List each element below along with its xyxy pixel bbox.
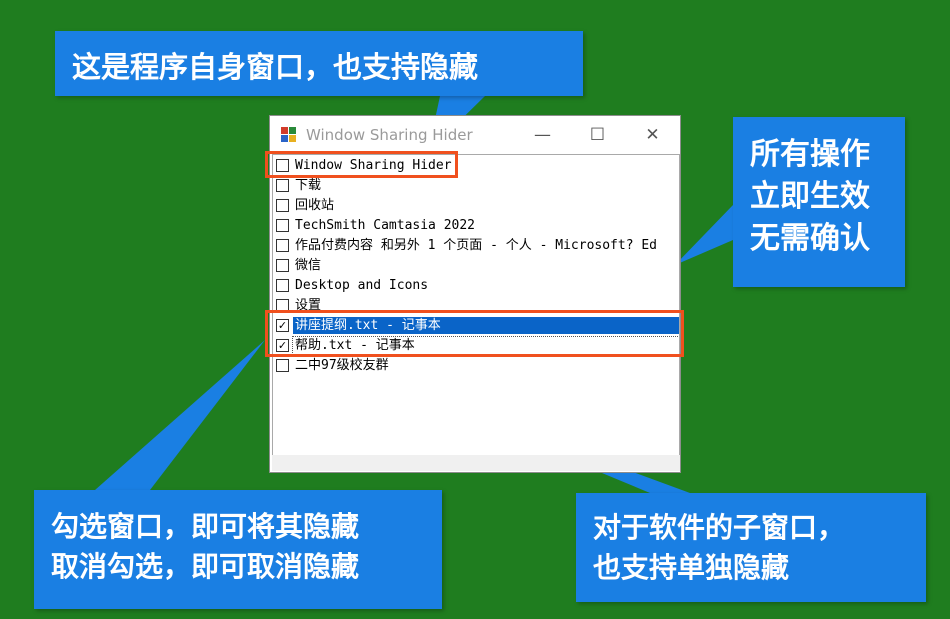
maximize-button[interactable]: ☐ <box>570 116 625 153</box>
list-item-label: 作品付费内容 和另外 1 个页面 - 个人 - Microsoft? Ed <box>295 237 658 253</box>
callout-child-line-1: 对于软件的子窗口， <box>593 511 846 544</box>
list-item[interactable]: 二中97级校友群 <box>273 355 679 375</box>
list-item-label: 微信 <box>295 257 322 273</box>
callout-self-window: 这是程序自身窗口，也支持隐藏 <box>55 31 583 96</box>
maximize-icon: ☐ <box>589 124 606 145</box>
list-item[interactable]: Desktop and Icons <box>273 275 679 295</box>
list-item-label: 回收站 <box>295 197 335 213</box>
callout-check-line-2: 取消勾选，即可取消隐藏 <box>51 550 360 583</box>
window-title: Window Sharing Hider <box>306 125 473 144</box>
list-item-label: TechSmith Camtasia 2022 <box>295 217 476 233</box>
callout-instant-line-2: 立即生效 <box>750 179 870 214</box>
checkbox[interactable] <box>276 258 289 272</box>
checkbox[interactable] <box>276 198 289 212</box>
list-item[interactable]: 下载 <box>273 175 679 195</box>
checkbox[interactable] <box>276 178 289 192</box>
pointer-right <box>675 205 733 265</box>
list-item-label: 下载 <box>295 177 322 193</box>
minimize-button[interactable]: — <box>515 116 570 153</box>
checkbox[interactable] <box>276 238 289 252</box>
window-checklist[interactable]: Window Sharing Hider 下载 回收站 TechSmith Ca… <box>272 154 680 456</box>
pointer-bottom-left <box>95 340 265 490</box>
callout-child-line-2: 也支持单独隐藏 <box>593 551 790 584</box>
callout-check-to-hide: 勾选窗口，即可将其隐藏 取消勾选，即可取消隐藏 <box>34 490 442 609</box>
callout-instant-line-3: 无需确认 <box>750 221 870 256</box>
callout-instant-effect: 所有操作 立即生效 无需确认 <box>733 117 905 287</box>
list-item-label: 二中97级校友群 <box>295 357 389 373</box>
close-button[interactable]: ✕ <box>625 116 680 153</box>
list-item[interactable]: 作品付费内容 和另外 1 个页面 - 个人 - Microsoft? Ed <box>273 235 679 255</box>
highlight-self-window <box>265 151 458 178</box>
close-icon: ✕ <box>645 124 660 145</box>
checkbox[interactable] <box>276 278 289 292</box>
callout-self-window-text: 这是程序自身窗口，也支持隐藏 <box>72 50 479 84</box>
app-icon <box>281 126 297 143</box>
callout-child-window: 对于软件的子窗口， 也支持单独隐藏 <box>576 493 926 602</box>
highlight-checked-items <box>265 310 684 357</box>
callout-check-line-1: 勾选窗口，即可将其隐藏 <box>51 510 360 543</box>
checkbox[interactable] <box>276 218 289 232</box>
checkbox[interactable] <box>276 358 289 372</box>
list-item[interactable]: 回收站 <box>273 195 679 215</box>
title-bar[interactable]: Window Sharing Hider — ☐ ✕ <box>270 116 680 153</box>
list-item[interactable]: TechSmith Camtasia 2022 <box>273 215 679 235</box>
horizontal-scrollbar[interactable] <box>272 455 680 471</box>
minimize-icon: — <box>534 124 551 145</box>
list-item[interactable]: 微信 <box>273 255 679 275</box>
list-item-label: Desktop and Icons <box>295 277 429 293</box>
callout-instant-line-1: 所有操作 <box>750 137 870 172</box>
